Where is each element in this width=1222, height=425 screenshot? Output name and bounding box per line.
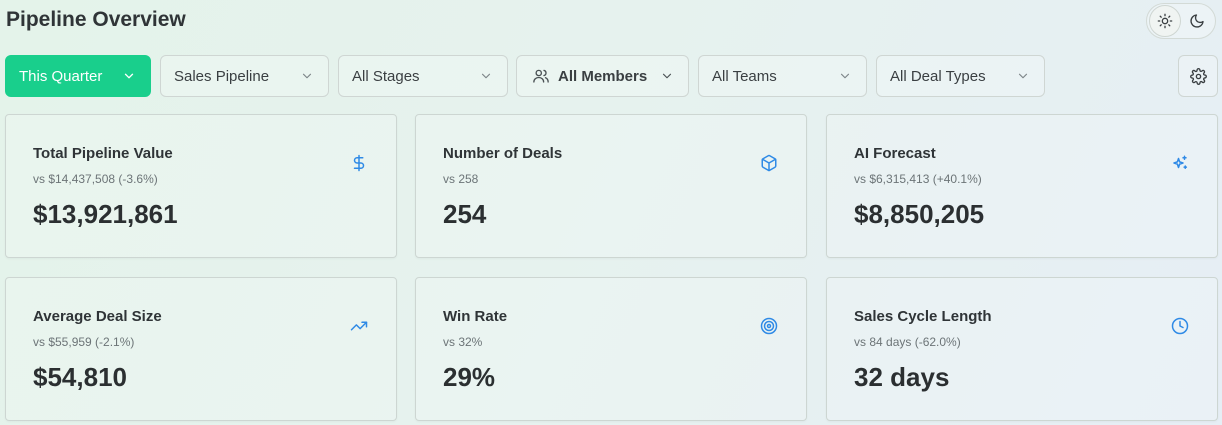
- members-dropdown-label: All Members: [558, 67, 648, 85]
- metric-comparison: vs 84 days (-62.0%): [854, 335, 961, 349]
- users-icon: [532, 67, 550, 85]
- deal-types-dropdown[interactable]: All Deal Types: [876, 55, 1045, 97]
- box-icon: [760, 154, 778, 172]
- metric-label: Number of Deals: [443, 145, 563, 162]
- metric-value: 29%: [443, 362, 496, 392]
- metric-card-average-deal-size: Average Deal Size vs $55,959 (-2.1%) $54…: [5, 277, 397, 421]
- stages-dropdown[interactable]: All Stages: [338, 55, 508, 97]
- metric-label: Total Pipeline Value: [33, 145, 173, 162]
- metric-card-ai-forecast: AI Forecast vs $6,315,413 (+40.1%) $8,85…: [826, 114, 1218, 258]
- clock-icon: [1171, 317, 1189, 335]
- metric-value: $13,921,861: [33, 199, 178, 229]
- gear-icon: [1189, 67, 1207, 85]
- period-dropdown-label: This Quarter: [19, 67, 103, 85]
- chevron-down-icon: [660, 69, 674, 83]
- metric-label: Sales Cycle Length: [854, 308, 992, 325]
- moon-icon: [1189, 13, 1205, 29]
- metric-comparison: vs $6,315,413 (+40.1%): [854, 172, 982, 186]
- theme-toggle[interactable]: [1146, 3, 1216, 39]
- sun-icon: [1157, 13, 1173, 29]
- metric-comparison: vs $55,959 (-2.1%): [33, 335, 135, 349]
- chevron-down-icon: [122, 69, 136, 83]
- chevron-down-icon: [838, 69, 852, 83]
- dollar-icon: [350, 154, 368, 172]
- pipeline-dropdown[interactable]: Sales Pipeline: [160, 55, 329, 97]
- sparkles-icon: [1171, 154, 1189, 172]
- page-title: Pipeline Overview: [6, 8, 186, 31]
- metric-value: $54,810: [33, 362, 127, 392]
- period-dropdown[interactable]: This Quarter: [5, 55, 151, 97]
- metric-card-sales-cycle-length: Sales Cycle Length vs 84 days (-62.0%) 3…: [826, 277, 1218, 421]
- deal-types-dropdown-label: All Deal Types: [890, 67, 986, 85]
- metric-label: Win Rate: [443, 308, 508, 325]
- dark-mode-button[interactable]: [1181, 5, 1213, 37]
- pipeline-dropdown-label: Sales Pipeline: [174, 67, 270, 85]
- metric-card-win-rate: Win Rate vs 32% 29%: [415, 277, 807, 421]
- metric-card-number-of-deals: Number of Deals vs 258 254: [415, 114, 807, 258]
- trending-up-icon: [350, 317, 368, 335]
- metric-value: $8,850,205: [854, 199, 985, 229]
- metric-value: 32 days: [854, 362, 950, 392]
- metric-card-total-pipeline-value: Total Pipeline Value vs $14,437,508 (-3.…: [5, 114, 397, 258]
- metric-comparison: vs 32%: [443, 335, 483, 349]
- light-mode-button[interactable]: [1149, 5, 1181, 37]
- chevron-down-icon: [300, 69, 314, 83]
- metric-comparison: vs $14,437,508 (-3.6%): [33, 172, 158, 186]
- metric-comparison: vs 258: [443, 172, 479, 186]
- settings-button[interactable]: [1178, 55, 1218, 97]
- target-icon: [760, 317, 778, 335]
- chevron-down-icon: [479, 69, 493, 83]
- teams-dropdown-label: All Teams: [712, 67, 777, 85]
- metric-label: AI Forecast: [854, 145, 936, 162]
- members-dropdown[interactable]: All Members: [516, 55, 689, 97]
- teams-dropdown[interactable]: All Teams: [698, 55, 867, 97]
- chevron-down-icon: [1016, 69, 1030, 83]
- stages-dropdown-label: All Stages: [352, 67, 420, 85]
- metric-label: Average Deal Size: [33, 308, 162, 325]
- metric-value: 254: [443, 199, 487, 229]
